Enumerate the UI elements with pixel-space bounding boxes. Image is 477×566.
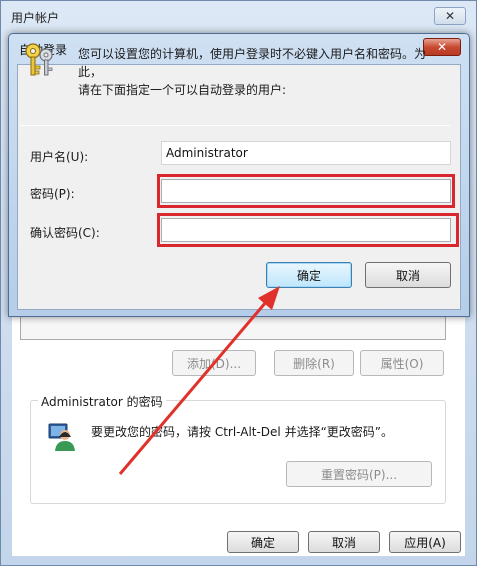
dialog-description: 您可以设置您的计算机，使用户登录时不必键入用户名和密码。为此， 请在下面指定一个…: [78, 45, 448, 99]
bg-close-button[interactable]: ✕: [434, 7, 466, 25]
password-highlight-box: [157, 174, 455, 208]
confirm-password-label: 确认密码(C):: [30, 226, 100, 240]
user-accounts-title: 用户帐户: [11, 11, 60, 25]
description-line-1: 您可以设置您的计算机，使用户登录时不必键入用户名和密码。为此，: [78, 47, 427, 79]
description-line-2: 请在下面指定一个可以自动登录的用户:: [78, 83, 287, 97]
keys-icon: [25, 43, 53, 76]
reset-password-button[interactable]: 重置密码(P)...: [286, 461, 432, 487]
bg-cancel-button[interactable]: 取消: [308, 531, 380, 553]
apply-button[interactable]: 应用(A): [389, 531, 461, 553]
password-group: [30, 400, 446, 504]
bg-ok-button[interactable]: 确定: [227, 531, 299, 553]
dialog-cancel-button[interactable]: 取消: [365, 262, 451, 288]
username-label: 用户名(U):: [30, 150, 89, 164]
password-change-instructions: 要更改您的密码，请按 Ctrl-Alt-Del 并选择“更改密码”。: [91, 425, 394, 439]
dialog-divider: [20, 125, 450, 126]
add-user-button[interactable]: 添加(D)...: [172, 350, 256, 376]
properties-button[interactable]: 属性(O): [360, 350, 444, 376]
close-icon: ✕: [444, 9, 456, 23]
username-field[interactable]: Administrator: [161, 141, 451, 165]
remove-user-button[interactable]: 删除(R): [274, 350, 354, 376]
user-icon: [48, 423, 75, 451]
password-label: 密码(P):: [30, 187, 75, 201]
dialog-ok-button[interactable]: 确定: [266, 262, 352, 288]
password-group-title: Administrator 的密码: [38, 393, 166, 410]
confirm-password-highlight-box: [157, 213, 459, 247]
